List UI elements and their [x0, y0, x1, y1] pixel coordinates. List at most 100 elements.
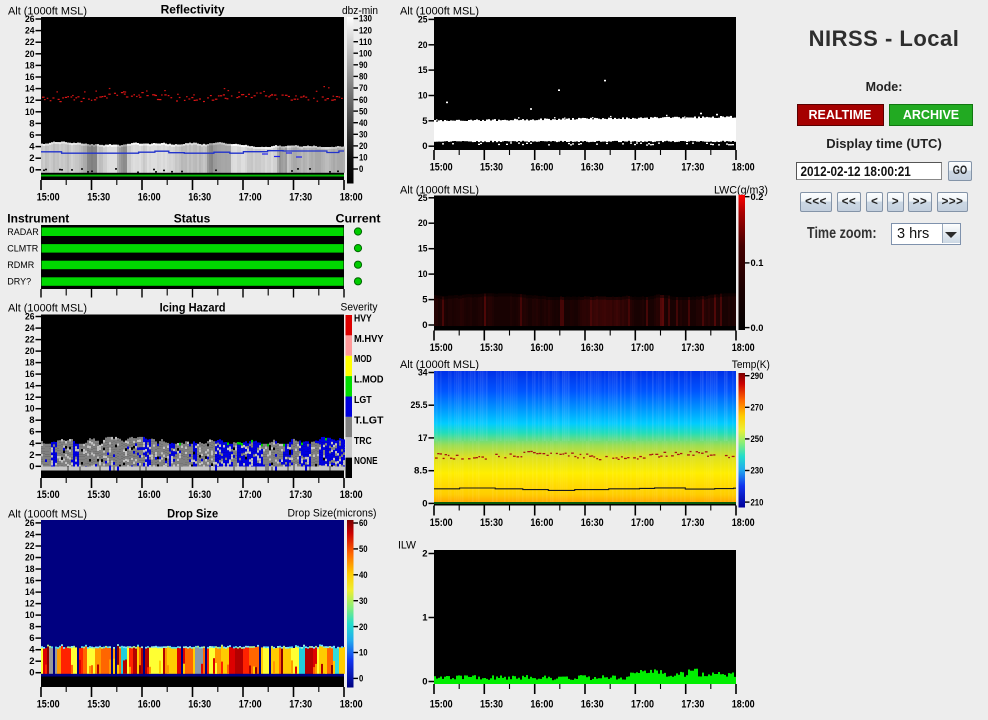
- svg-text:25.5: 25.5: [411, 400, 429, 411]
- svg-text:15:00: 15:00: [37, 192, 60, 204]
- svg-text:14: 14: [25, 381, 35, 392]
- svg-text:16:30: 16:30: [188, 699, 211, 711]
- svg-text:5: 5: [422, 295, 428, 306]
- svg-text:130: 130: [359, 14, 372, 25]
- svg-text:16:00: 16:00: [530, 517, 553, 529]
- svg-text:15:00: 15:00: [37, 489, 60, 501]
- svg-text:L.MOD: L.MOD: [354, 375, 384, 386]
- svg-text:15:30: 15:30: [87, 699, 110, 711]
- svg-text:17:00: 17:00: [631, 162, 654, 174]
- svg-text:12: 12: [25, 392, 35, 403]
- svg-text:0.1: 0.1: [751, 258, 765, 269]
- svg-text:24: 24: [25, 26, 35, 37]
- svg-text:Alt (1000ft MSL): Alt (1000ft MSL): [8, 509, 87, 521]
- svg-text:8: 8: [29, 118, 34, 129]
- svg-text:6: 6: [29, 427, 34, 438]
- svg-text:17:00: 17:00: [631, 517, 654, 529]
- svg-text:70: 70: [359, 83, 368, 94]
- svg-text:17:30: 17:30: [681, 342, 704, 354]
- svg-text:110: 110: [359, 37, 372, 48]
- svg-text:Instrument: Instrument: [7, 212, 69, 226]
- svg-text:16: 16: [25, 72, 35, 83]
- svg-text:16:30: 16:30: [581, 162, 604, 174]
- svg-text:8: 8: [29, 622, 34, 633]
- svg-text:10: 10: [418, 269, 428, 280]
- svg-text:22: 22: [25, 37, 35, 48]
- svg-text:MOD: MOD: [354, 354, 372, 365]
- svg-text:17:00: 17:00: [631, 342, 654, 354]
- svg-text:TRC: TRC: [354, 436, 372, 447]
- svg-text:Drop Size: Drop Size: [167, 507, 218, 521]
- svg-text:Icing Hazard: Icing Hazard: [160, 301, 226, 315]
- svg-text:26: 26: [25, 312, 35, 323]
- svg-text:16: 16: [25, 369, 35, 380]
- svg-text:16:00: 16:00: [138, 699, 161, 711]
- svg-text:0.0: 0.0: [751, 323, 764, 334]
- svg-text:Temp(K): Temp(K): [732, 359, 770, 371]
- svg-text:20: 20: [418, 40, 428, 51]
- svg-text:T.LGT: T.LGT: [354, 415, 384, 426]
- svg-text:15:30: 15:30: [87, 489, 110, 501]
- svg-text:0: 0: [422, 141, 427, 152]
- svg-text:Alt (1000ft MSL): Alt (1000ft MSL): [400, 6, 479, 18]
- svg-text:18:00: 18:00: [732, 517, 755, 529]
- svg-text:15: 15: [418, 65, 428, 76]
- svg-text:15:00: 15:00: [430, 517, 453, 529]
- svg-text:26: 26: [25, 518, 35, 529]
- svg-text:M.HVY: M.HVY: [354, 334, 384, 345]
- svg-text:0: 0: [359, 674, 363, 685]
- svg-text:17:30: 17:30: [681, 517, 704, 529]
- svg-text:16:00: 16:00: [530, 162, 553, 174]
- svg-text:5: 5: [422, 116, 428, 127]
- svg-text:LGT: LGT: [354, 395, 372, 406]
- svg-text:17:00: 17:00: [631, 699, 654, 711]
- svg-text:0: 0: [29, 461, 34, 472]
- svg-text:17:00: 17:00: [239, 489, 262, 501]
- svg-text:4: 4: [29, 142, 35, 153]
- svg-text:17:00: 17:00: [239, 699, 262, 711]
- svg-text:20: 20: [25, 553, 35, 564]
- svg-text:Alt (1000ft MSL): Alt (1000ft MSL): [8, 6, 87, 18]
- svg-text:16:30: 16:30: [581, 342, 604, 354]
- svg-text:18:00: 18:00: [732, 162, 755, 174]
- svg-text:10: 10: [359, 153, 368, 164]
- svg-text:100: 100: [359, 48, 372, 59]
- svg-text:10: 10: [25, 610, 35, 621]
- svg-text:0: 0: [359, 164, 363, 175]
- svg-text:20: 20: [25, 346, 35, 357]
- svg-text:210: 210: [751, 497, 764, 508]
- svg-text:18:00: 18:00: [340, 699, 363, 711]
- svg-text:15:00: 15:00: [430, 342, 453, 354]
- svg-text:Reflectivity: Reflectivity: [161, 3, 225, 17]
- svg-text:14: 14: [25, 587, 35, 598]
- svg-text:120: 120: [359, 25, 372, 36]
- svg-text:17:00: 17:00: [239, 192, 262, 204]
- svg-text:Alt (1000ft MSL): Alt (1000ft MSL): [8, 303, 87, 315]
- svg-text:RDMR: RDMR: [7, 260, 34, 270]
- svg-text:17:30: 17:30: [289, 192, 312, 204]
- svg-text:17: 17: [418, 433, 428, 444]
- svg-text:RADAR: RADAR: [7, 227, 39, 237]
- svg-text:22: 22: [25, 541, 35, 552]
- svg-text:Alt (1000ft MSL): Alt (1000ft MSL): [400, 359, 479, 371]
- svg-text:12: 12: [25, 599, 35, 610]
- svg-text:0: 0: [422, 498, 427, 509]
- svg-text:CLMTR: CLMTR: [7, 243, 38, 253]
- svg-text:40: 40: [359, 570, 368, 581]
- svg-text:50: 50: [359, 544, 368, 555]
- svg-text:6: 6: [29, 130, 34, 141]
- svg-text:10: 10: [25, 107, 35, 118]
- svg-text:16:00: 16:00: [530, 342, 553, 354]
- svg-text:290: 290: [751, 371, 764, 382]
- svg-text:16:30: 16:30: [581, 517, 604, 529]
- svg-text:15:30: 15:30: [87, 192, 110, 204]
- svg-text:24: 24: [25, 323, 35, 334]
- svg-text:16: 16: [25, 576, 35, 587]
- svg-text:16:30: 16:30: [581, 699, 604, 711]
- svg-text:30: 30: [359, 130, 368, 141]
- svg-text:22: 22: [25, 335, 35, 346]
- svg-text:12: 12: [25, 95, 35, 106]
- svg-text:15:00: 15:00: [37, 699, 60, 711]
- svg-text:4: 4: [29, 438, 35, 449]
- svg-text:17:30: 17:30: [289, 699, 312, 711]
